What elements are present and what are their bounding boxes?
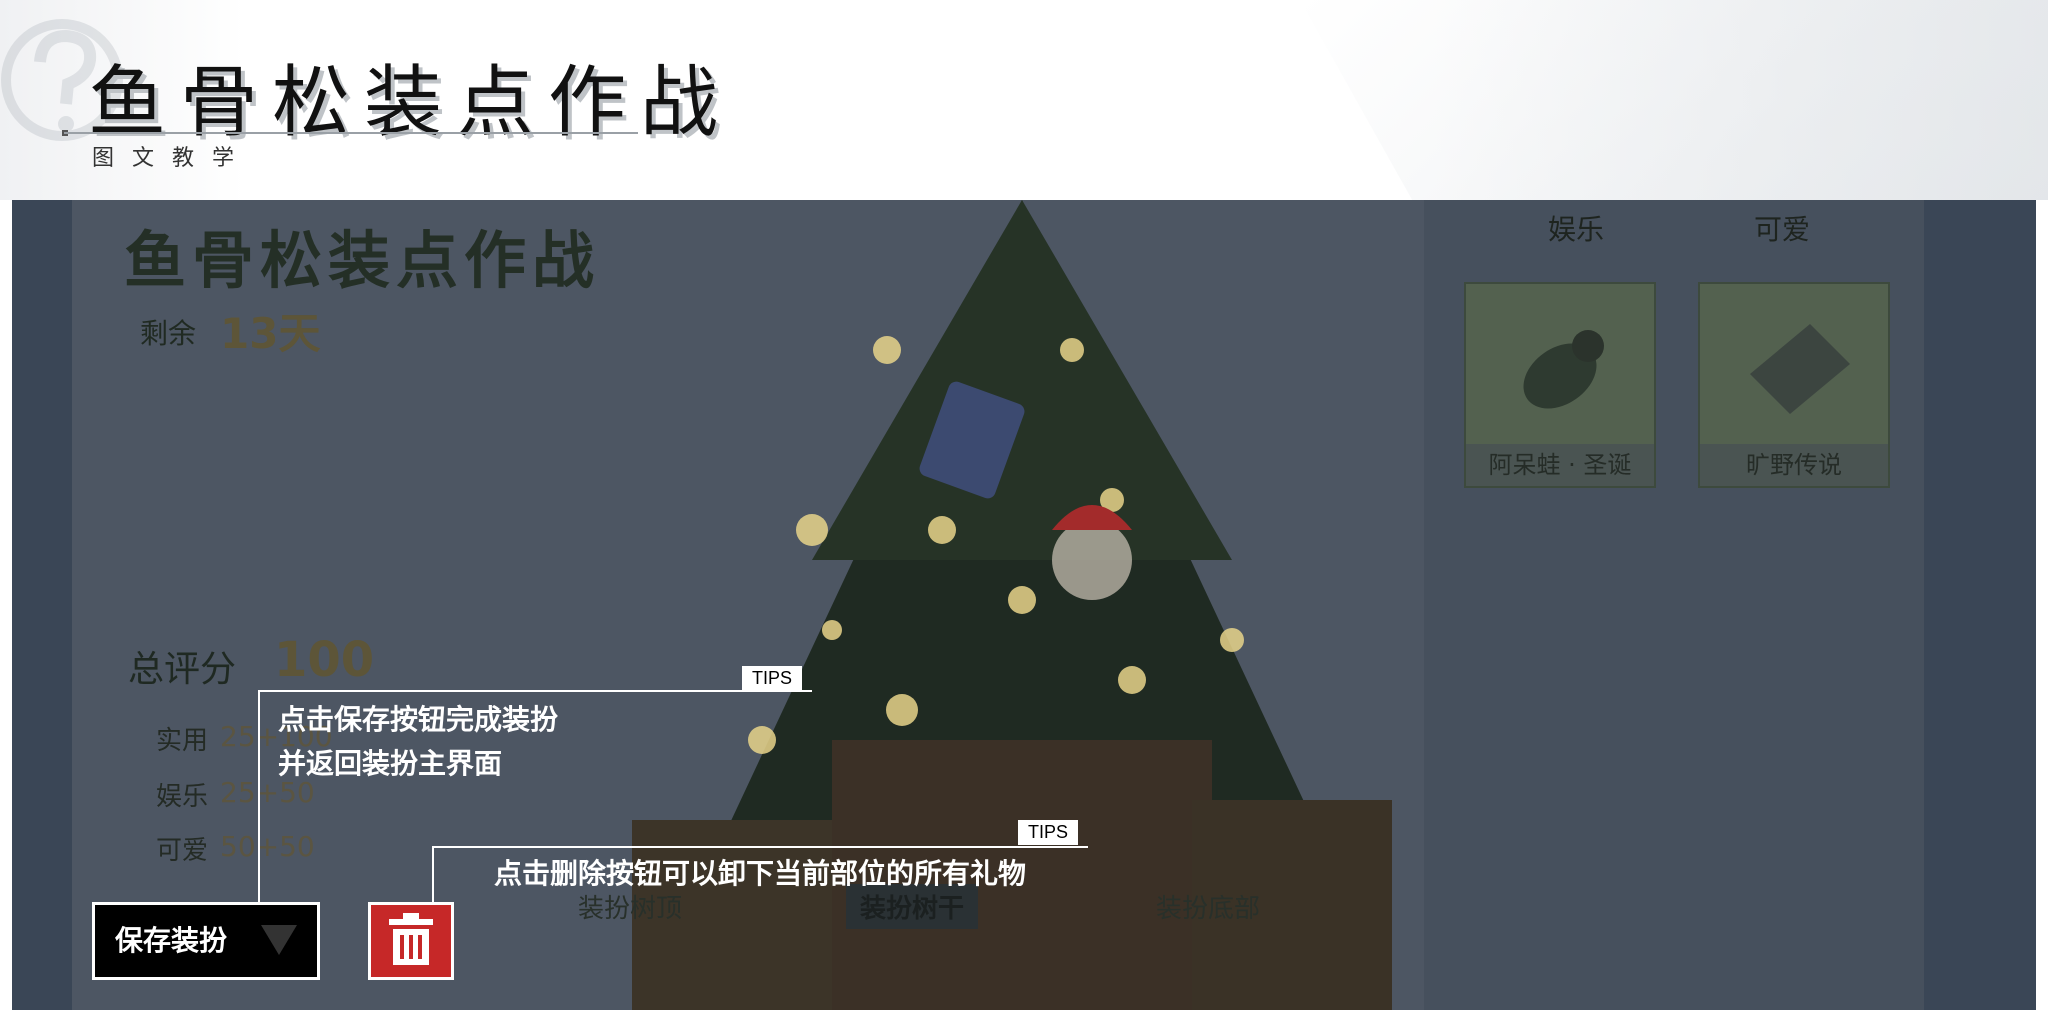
page-subtitle: 图文教学: [92, 146, 253, 171]
tab-entertainment[interactable]: 娱乐: [1548, 208, 1604, 248]
title-underline: [64, 132, 638, 134]
chevron-down-icon: [261, 925, 297, 955]
delete-button[interactable]: [368, 902, 454, 980]
header-decoration: [1300, 0, 2048, 200]
remaining-value: 13天: [220, 309, 321, 358]
remaining-label: 剩余: [140, 317, 197, 350]
gift-item-label: 旷野传说: [1700, 444, 1888, 486]
tips-line: 并返回装扮主界面: [278, 747, 503, 780]
tips-line: 点击删除按钮可以卸下当前部位的所有礼物: [494, 857, 1027, 890]
save-button[interactable]: 保存装扮: [92, 902, 320, 980]
page-title: 鱼骨松装点作战: [88, 58, 733, 148]
save-button-label: 保存装扮: [115, 924, 228, 957]
tab-cute[interactable]: 可爱: [1754, 208, 1810, 248]
game-title: 鱼骨松装点作战: [124, 224, 601, 297]
tips-text: 点击保存按钮完成装扮 并返回装扮主界面: [278, 698, 558, 786]
side-stripe: [1924, 200, 2036, 1010]
score-label: 总评分: [128, 649, 237, 690]
gift-item-card[interactable]: 阿呆蛙 · 圣诞: [1464, 282, 1656, 488]
gift-item-card[interactable]: 旷野传说: [1698, 282, 1890, 488]
stat-label: 可爱: [156, 836, 209, 866]
tips-badge: TIPS: [1018, 820, 1079, 845]
tips-line: 点击保存按钮完成装扮: [278, 703, 559, 736]
stat-label: 实用: [156, 726, 209, 756]
tab-tree-bottom[interactable]: 装扮底部: [1142, 884, 1274, 929]
trash-icon: [389, 913, 433, 965]
frog-plush-icon: [1523, 330, 1604, 409]
tips-text: 点击删除按钮可以卸下当前部位的所有礼物: [494, 852, 1026, 896]
tips-badge: TIPS: [742, 666, 803, 691]
gift-item-label: 阿呆蛙 · 圣诞: [1466, 444, 1654, 486]
stat-label: 娱乐: [156, 782, 209, 812]
score-value: 100: [274, 632, 375, 688]
game-box-icon: [1750, 324, 1850, 414]
